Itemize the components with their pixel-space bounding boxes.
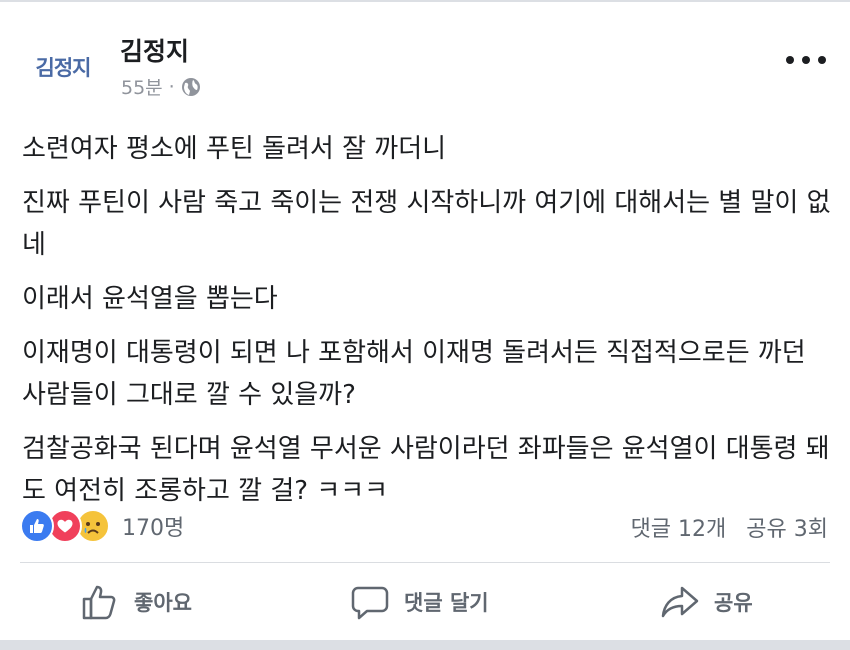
share-count[interactable]: 공유 3회 (746, 511, 828, 543)
bottom-divider (0, 640, 850, 650)
globe-icon[interactable] (181, 77, 201, 97)
more-dot (786, 56, 794, 64)
reaction-summary[interactable]: 170명 (20, 509, 184, 543)
comment-button-label: 댓글 달기 (404, 591, 489, 615)
share-button-label: 공유 (714, 591, 753, 615)
like-button[interactable]: 좋아요 (80, 580, 192, 624)
action-divider (20, 562, 830, 563)
post-body: 소련여자 평소에 푸틴 돌려서 잘 까더니 진짜 푸틴이 사람 죽고 죽이는 전… (22, 128, 832, 524)
share-arrow-icon (661, 586, 699, 618)
reaction-count[interactable]: 170명 (122, 510, 184, 542)
thumbs-up-icon (82, 585, 116, 620)
like-reaction-icon (20, 509, 54, 543)
post-paragraph: 검찰공화국 된다며 윤석열 무서운 사람이라던 좌파들은 윤석열이 대통령 돼도… (22, 434, 830, 506)
post-paragraph: 이재명이 대통령이 되면 나 포함해서 이재명 돌려서든 직접적으로든 까던 사… (22, 338, 806, 410)
share-button[interactable]: 공유 (660, 580, 753, 624)
comment-button[interactable]: 댓글 달기 (350, 580, 489, 624)
post-meta: 55분 · (121, 73, 201, 100)
like-button-label: 좋아요 (134, 591, 192, 615)
post-paragraph: 소련여자 평소에 푸틴 돌려서 잘 까더니 (22, 134, 447, 164)
meta-separator: · (168, 75, 175, 98)
post-paragraph: 진짜 푸틴이 사람 죽고 죽이는 전쟁 시작하니까 여기에 대해서는 별 말이 … (22, 188, 831, 260)
post-time[interactable]: 55분 (121, 73, 163, 100)
comment-count[interactable]: 댓글 12개 (631, 511, 727, 543)
top-divider (0, 0, 850, 2)
facebook-post: 김정지 김정지 55분 · 소련여자 평소에 푸틴 돌려서 잘 까더니 진짜 푸… (0, 0, 850, 650)
more-options-icon[interactable] (786, 45, 826, 75)
comment-icon (351, 586, 389, 620)
avatar[interactable]: 김정지 (20, 34, 106, 100)
post-paragraph: 이래서 윤석열을 뽑는다 (22, 284, 278, 314)
more-dot (802, 56, 810, 64)
author-name[interactable]: 김정지 (120, 32, 189, 68)
post-stats: 댓글 12개 공유 3회 (631, 511, 828, 543)
more-dot (818, 56, 826, 64)
